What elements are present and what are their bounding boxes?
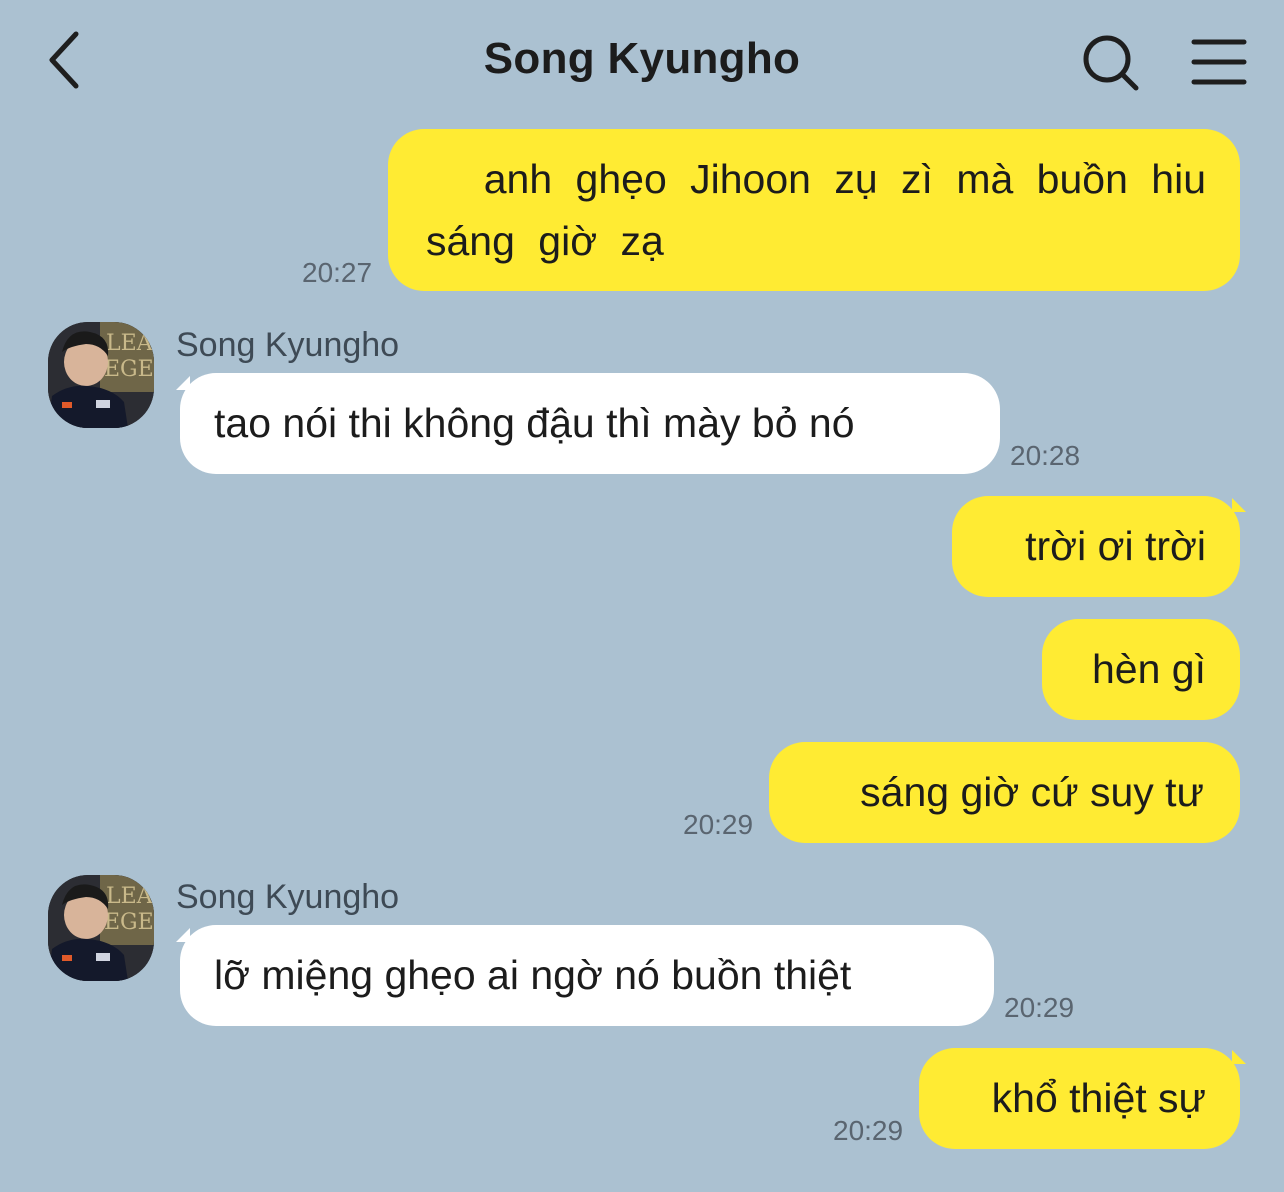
avatar[interactable]: LEA EGE: [48, 322, 154, 428]
message-time: 20:29: [1004, 992, 1075, 1023]
search-icon: [1083, 35, 1139, 91]
message-text: trời ơi trời: [1025, 523, 1206, 569]
hamburger-menu-icon: [1191, 39, 1247, 85]
message-text: tao nói thi không đậu thì mày bỏ nó: [214, 400, 855, 446]
outgoing-message-bubble[interactable]: sáng giờ cứ suy tư: [769, 742, 1240, 843]
sender-name: Song Kyungho: [176, 878, 400, 916]
message-text: anh ghẹo Jihoon zụ zì mà buồn hiu sáng g…: [426, 156, 1206, 264]
outgoing-message-bubble[interactable]: khổ thiệt sự: [919, 1048, 1240, 1149]
bubble-tail: [1232, 1050, 1246, 1064]
message-text: hèn gì: [1092, 646, 1206, 692]
outgoing-message-bubble[interactable]: hèn gì: [1042, 619, 1240, 720]
incoming-message-bubble[interactable]: lỡ miệng ghẹo ai ngờ nó buồn thiệt: [180, 925, 994, 1026]
menu-button[interactable]: [1190, 36, 1248, 88]
message-time: 20:28: [1010, 440, 1081, 471]
message-time: 20:29: [833, 1115, 904, 1146]
profile-photo-icon: LEA EGE: [48, 322, 154, 428]
svg-text:LEA: LEA: [106, 331, 154, 356]
message-time: 20:27: [302, 257, 373, 288]
svg-text:EGE: EGE: [104, 357, 154, 382]
bubble-tail: [1232, 498, 1246, 512]
svg-text:LEA: LEA: [106, 884, 154, 909]
profile-photo-icon: LEA EGE: [48, 875, 154, 981]
outgoing-message-bubble[interactable]: trời ơi trời: [952, 496, 1240, 597]
incoming-message-bubble[interactable]: tao nói thi không đậu thì mày bỏ nó: [180, 373, 1000, 474]
sender-name: Song Kyungho: [176, 326, 400, 364]
message-text: lỡ miệng ghẹo ai ngờ nó buồn thiệt: [214, 952, 852, 998]
svg-text:EGE: EGE: [104, 910, 154, 935]
message-text: sáng giờ cứ suy tư: [860, 769, 1204, 815]
chat-header: Song Kyungho: [0, 0, 1284, 122]
message-time: 20:29: [683, 809, 754, 840]
outgoing-message-bubble[interactable]: anh ghẹo Jihoon zụ zì mà buồn hiu sáng g…: [388, 129, 1240, 291]
message-text: khổ thiệt sự: [991, 1075, 1206, 1121]
search-button[interactable]: [1080, 32, 1142, 94]
avatar[interactable]: LEA EGE: [48, 875, 154, 981]
